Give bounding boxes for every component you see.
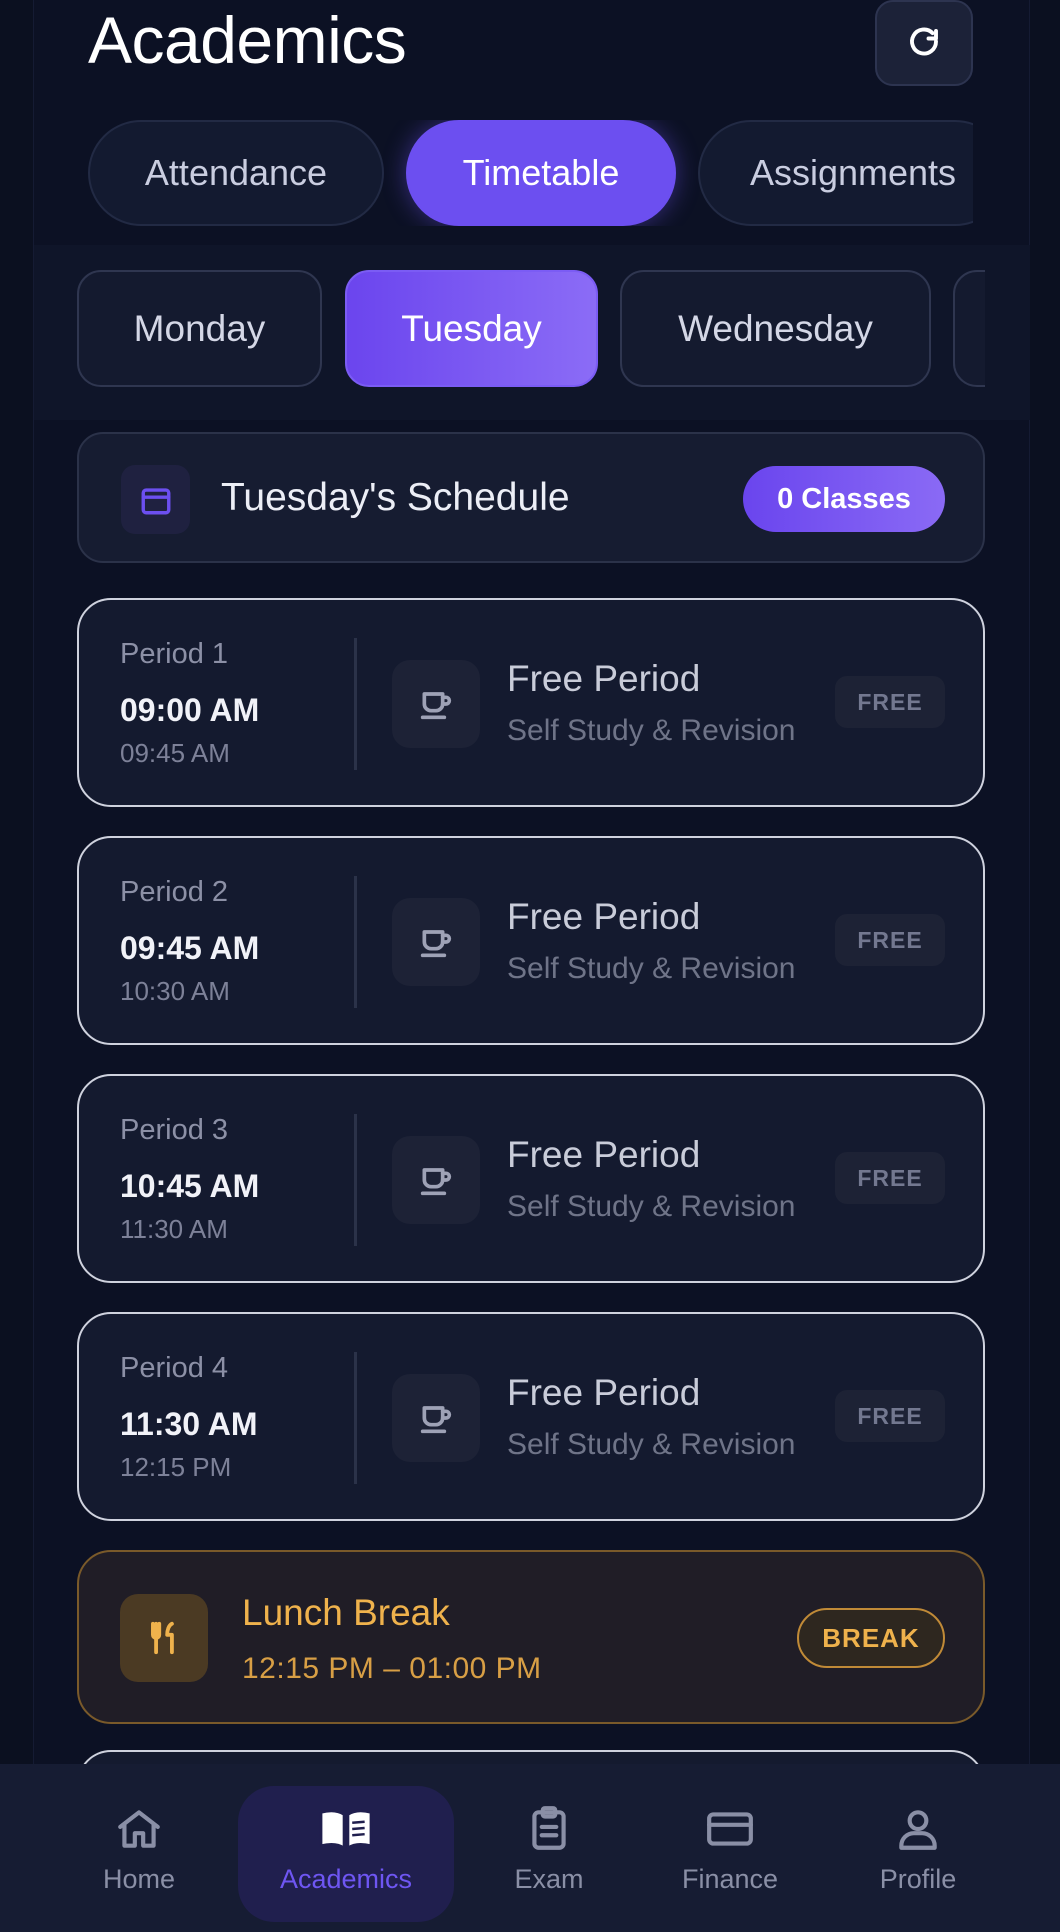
nav-label: Home [102, 1864, 176, 1894]
day-tuesday[interactable]: Tuesday [345, 270, 598, 387]
free-tag: FREE [835, 676, 945, 728]
lunch-title: Lunch Break [242, 1592, 450, 1633]
period-start-time: 09:00 AM [120, 692, 260, 728]
day-selector: Monday Tuesday Wednesday [77, 270, 985, 387]
period-label: Period 3 [120, 1114, 229, 1146]
free-tag: FREE [835, 1390, 945, 1442]
coffee-icon [392, 898, 480, 986]
free-tag: FREE [835, 914, 945, 966]
schedule-title: Tuesday's Schedule [221, 476, 570, 519]
nav-home[interactable]: Home [44, 1786, 234, 1922]
lunch-time: 12:15 PM – 01:00 PM [242, 1652, 542, 1685]
nav-label: Finance [681, 1864, 779, 1894]
home-icon [118, 1810, 160, 1848]
period-description: Self Study & Revision [507, 1190, 796, 1223]
period-subject: Free Period [507, 658, 701, 699]
period-end-time: 10:30 AM [120, 976, 230, 1006]
period-description: Self Study & Revision [507, 1428, 796, 1461]
nav-academics[interactable]: Academics [238, 1786, 454, 1922]
nav-finance[interactable]: Finance [635, 1786, 825, 1922]
period-start-time: 11:30 AM [120, 1406, 258, 1442]
calendar-icon [121, 465, 190, 534]
period-card[interactable]: Period 2 09:45 AM 10:30 AM Free Period S… [77, 836, 985, 1045]
book-icon [319, 1809, 373, 1850]
bottom-navigation: Home Academics Exam Finance Profile [0, 1764, 1060, 1932]
period-card[interactable]: Period 4 11:30 AM 12:15 PM Free Period S… [77, 1312, 985, 1521]
card-icon [707, 1812, 753, 1846]
period-subject: Free Period [507, 896, 701, 937]
period-card[interactable]: Period 3 10:45 AM 11:30 AM Free Period S… [77, 1074, 985, 1283]
period-end-time: 09:45 AM [120, 738, 230, 768]
tab-attendance[interactable]: Attendance [88, 120, 384, 226]
divider [354, 638, 357, 770]
period-end-time: 11:30 AM [120, 1214, 228, 1244]
period-end-time: 12:15 PM [120, 1452, 232, 1482]
divider [354, 876, 357, 1008]
classes-count-badge: 0 Classes [743, 466, 945, 532]
nav-exam[interactable]: Exam [454, 1786, 644, 1922]
period-start-time: 10:45 AM [120, 1168, 260, 1204]
lunch-break-card[interactable]: Lunch Break 12:15 PM – 01:00 PM BREAK [77, 1550, 985, 1724]
coffee-icon [392, 1374, 480, 1462]
break-badge: BREAK [797, 1608, 945, 1668]
nav-label: Exam [514, 1864, 584, 1894]
nav-label: Academics [279, 1864, 413, 1894]
tab-timetable[interactable]: Timetable [406, 120, 676, 226]
nav-label: Profile [879, 1864, 957, 1894]
divider [354, 1114, 357, 1246]
period-subject: Free Period [507, 1134, 701, 1175]
day-thursday[interactable] [953, 270, 985, 387]
nav-profile[interactable]: Profile [823, 1786, 1013, 1922]
coffee-icon [392, 1136, 480, 1224]
refresh-button[interactable] [875, 0, 973, 86]
day-monday[interactable]: Monday [77, 270, 322, 387]
utensils-icon [120, 1594, 208, 1682]
schedule-header: Tuesday's Schedule 0 Classes [77, 432, 985, 563]
period-description: Self Study & Revision [507, 952, 796, 985]
clipboard-icon [532, 1806, 566, 1850]
user-icon [899, 1810, 937, 1850]
free-tag: FREE [835, 1152, 945, 1204]
period-description: Self Study & Revision [507, 714, 796, 747]
divider [354, 1352, 357, 1484]
page-title: Academics [88, 3, 407, 77]
section-tabs: Attendance Timetable Assignments [88, 120, 973, 226]
period-subject: Free Period [507, 1372, 701, 1413]
period-start-time: 09:45 AM [120, 930, 260, 966]
refresh-icon [910, 27, 938, 56]
coffee-icon [392, 660, 480, 748]
tab-assignments[interactable]: Assignments [698, 120, 973, 226]
period-label: Period 2 [120, 876, 229, 908]
day-wednesday[interactable]: Wednesday [620, 270, 931, 387]
period-card[interactable]: Period 1 09:00 AM 09:45 AM Free Period S… [77, 598, 985, 807]
period-label: Period 1 [120, 638, 229, 670]
period-label: Period 4 [120, 1352, 229, 1384]
